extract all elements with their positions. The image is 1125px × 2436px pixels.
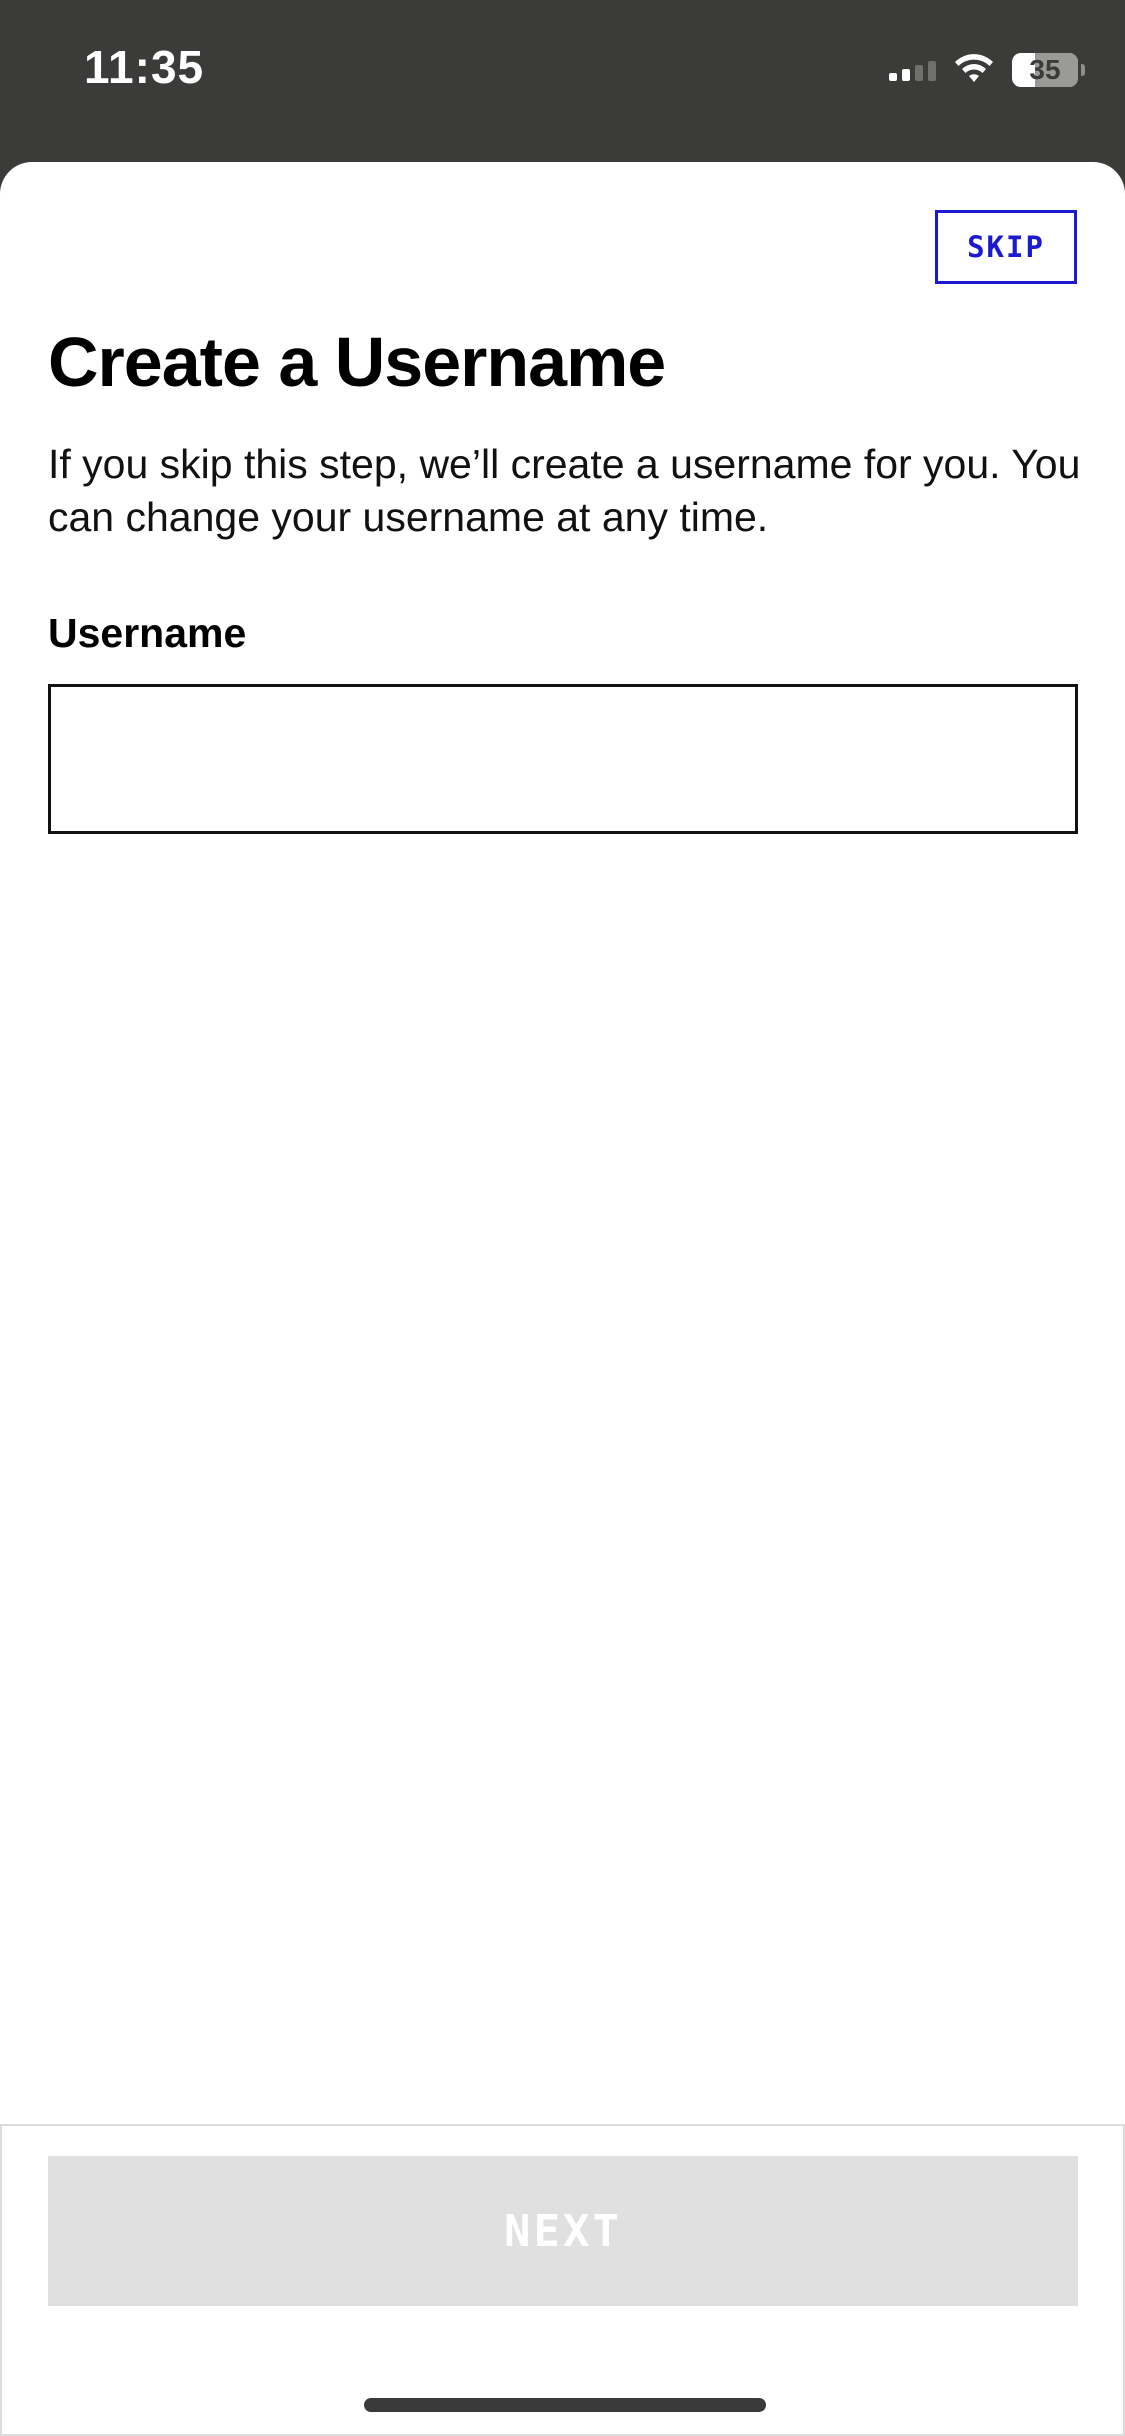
page-description: If you skip this step, we’ll create a us… <box>48 441 1081 540</box>
battery-level: 35 <box>1029 54 1061 85</box>
status-time: 11:35 <box>84 41 205 93</box>
app-screen: 11:35 35 SKIP Create a Username If you s… <box>0 0 1125 2436</box>
skip-button[interactable]: SKIP <box>935 210 1077 284</box>
username-sheet: SKIP Create a Username If you skip this … <box>0 162 1125 2436</box>
status-icons: 35 <box>889 48 1085 92</box>
cellular-signal-icon <box>889 59 936 81</box>
status-bar: 11:35 35 <box>0 0 1125 162</box>
home-indicator <box>364 2398 766 2412</box>
next-button[interactable]: NEXT <box>48 2156 1078 2306</box>
username-input[interactable] <box>48 684 1078 834</box>
wifi-icon <box>952 51 996 90</box>
battery-icon: 35 <box>1012 53 1085 87</box>
footer-bar: NEXT <box>0 2124 1125 2436</box>
username-label: Username <box>48 610 247 656</box>
page-title: Create a Username <box>48 323 666 401</box>
